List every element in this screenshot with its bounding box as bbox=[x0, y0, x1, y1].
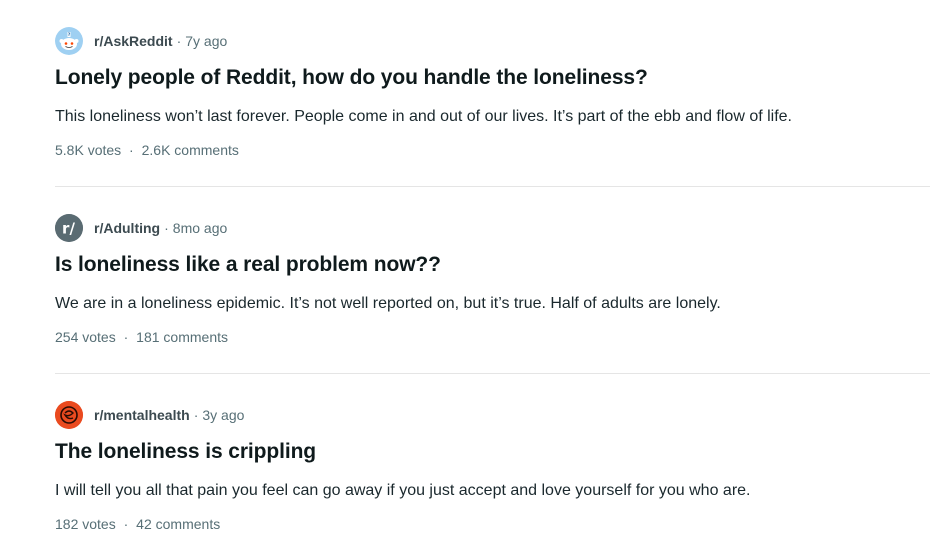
post-snippet[interactable]: This loneliness won’t last forever. Peop… bbox=[55, 108, 792, 126]
meta-separator: · bbox=[164, 220, 169, 236]
post-stats: 254 votes · 181 comments bbox=[55, 329, 228, 345]
post-meta: r/ r/Adulting · 8mo ago bbox=[55, 213, 227, 243]
post-meta: ? r/AskReddit · 7y ago bbox=[55, 26, 227, 56]
post-time: 7y ago bbox=[185, 33, 228, 49]
svg-text:r/: r/ bbox=[62, 220, 75, 238]
comment-count[interactable]: 2.6K comments bbox=[142, 142, 239, 158]
comment-count[interactable]: 181 comments bbox=[136, 329, 228, 345]
post-time: 8mo ago bbox=[172, 220, 228, 236]
post-card[interactable]: ? r/AskReddit · 7y ago Lonely people of … bbox=[55, 0, 930, 186]
search-results-feed: ? r/AskReddit · 7y ago Lonely people of … bbox=[55, 0, 930, 560]
meta-separator: · bbox=[193, 407, 199, 423]
post-time: 3y ago bbox=[202, 407, 245, 423]
post-meta: r/mentalhealth · 3y ago bbox=[55, 400, 244, 430]
stats-separator: · bbox=[123, 329, 129, 345]
post-snippet[interactable]: I will tell you all that pain you feel c… bbox=[55, 482, 751, 500]
subreddit-name[interactable]: r/mentalhealth bbox=[94, 407, 190, 423]
subreddit-r-icon[interactable]: r/ bbox=[55, 214, 83, 242]
subreddit-name[interactable]: r/AskReddit bbox=[94, 33, 173, 49]
post-stats: 5.8K votes · 2.6K comments bbox=[55, 142, 239, 158]
post-snippet[interactable]: We are in a loneliness epidemic. It’s no… bbox=[55, 295, 721, 313]
vote-count: 5.8K votes bbox=[55, 142, 122, 158]
post-card[interactable]: r/ r/Adulting · 8mo ago Is loneliness li… bbox=[55, 186, 930, 373]
post-title[interactable]: Lonely people of Reddit, how do you hand… bbox=[55, 66, 648, 90]
post-title[interactable]: Is loneliness like a real problem now?? bbox=[55, 253, 441, 277]
askreddit-snoo-icon[interactable]: ? bbox=[55, 27, 83, 55]
subreddit-name[interactable]: r/Adulting bbox=[94, 220, 160, 236]
mentalhealth-brain-icon[interactable] bbox=[55, 401, 83, 429]
vote-count: 254 votes bbox=[55, 329, 116, 345]
svg-text:?: ? bbox=[68, 32, 71, 38]
post-title[interactable]: The loneliness is crippling bbox=[55, 440, 316, 464]
vote-count: 182 votes bbox=[55, 516, 116, 532]
meta-separator: · bbox=[176, 33, 182, 49]
stats-separator: · bbox=[129, 142, 134, 158]
post-stats: 182 votes · 42 comments bbox=[55, 516, 220, 532]
stats-separator: · bbox=[123, 516, 129, 532]
comment-count[interactable]: 42 comments bbox=[136, 516, 220, 532]
post-card[interactable]: r/mentalhealth · 3y ago The loneliness i… bbox=[55, 373, 930, 560]
